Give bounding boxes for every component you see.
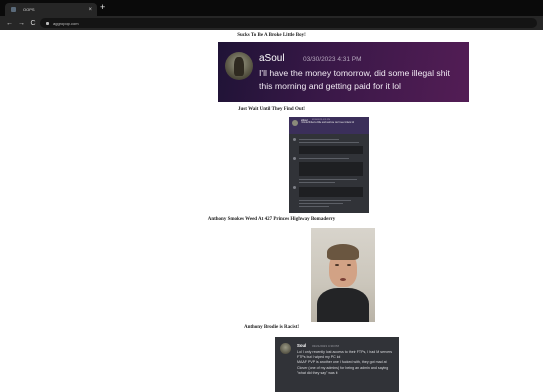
message-text: Lol I only recently lost access to their… [297,350,393,375]
redacted-line [299,142,359,144]
caption-2: Just Wait Until They Find Out! [238,107,305,112]
username: aSoul [259,53,285,64]
mouth [340,278,346,281]
hair [327,244,359,260]
caption-1: Sucks To Be A Broke Little Boy! [237,33,306,38]
redacted-line [299,179,357,181]
avatar [225,52,253,80]
redacted-block [299,146,363,154]
lock-icon[interactable] [46,21,49,25]
username: Soul [297,343,307,348]
redacted-line [299,182,335,184]
redacted-line [299,203,343,205]
screenshot-image-1: aSoul 03/30/2023 4:31 PM I'll have the m… [218,42,469,102]
avatar [293,138,296,141]
redacted-line [299,158,349,160]
reload-button[interactable]: C [30,20,36,27]
photo-image [311,228,375,322]
redacted-line [299,206,329,208]
url-text[interactable]: aggropop.com [53,21,79,26]
screenshot-image-2: aSoul 03/30/2023 4:31 PM I kinda fibbed … [289,117,369,213]
browser-tab[interactable]: OOPS × [5,3,97,16]
favicon-icon [11,7,16,12]
close-tab-icon[interactable]: × [88,7,92,13]
avatar [292,120,298,126]
redacted-line [299,200,351,202]
screenshot-image-3: Soul 03/21/2023 4:39 PM Lol I only recen… [275,337,399,392]
avatar [293,186,296,189]
shirt [317,288,369,322]
caption-4: Anthony Brodie is Racist! [243,325,300,330]
tab-strip: OOPS × + [0,0,543,16]
timestamp: 03/30/2023 4:31 PM [303,56,362,63]
address-bar[interactable]: aggropop.com [40,18,537,28]
tab-title: OOPS [23,7,35,12]
timestamp: 03/21/2023 4:39 PM [312,344,340,348]
message-text: I'll have the money tomorrow, did some i… [259,68,450,91]
eye [347,264,351,266]
avatar [280,343,291,354]
highlighted-message: aSoul 03/30/2023 4:31 PM I kinda fibbed … [289,117,369,134]
redacted-line [299,139,339,141]
caption-3: Anthony Smokes Weed At 427 Princes Highw… [207,217,336,222]
avatar [293,157,296,160]
new-tab-button[interactable]: + [100,3,105,12]
redacted-block [299,162,363,176]
message-text: I kinda fibbed a little and said we can'… [301,122,355,124]
forward-button[interactable]: → [18,20,25,27]
back-button[interactable]: ← [6,20,13,27]
eye [335,264,339,266]
redacted-block [299,187,363,197]
